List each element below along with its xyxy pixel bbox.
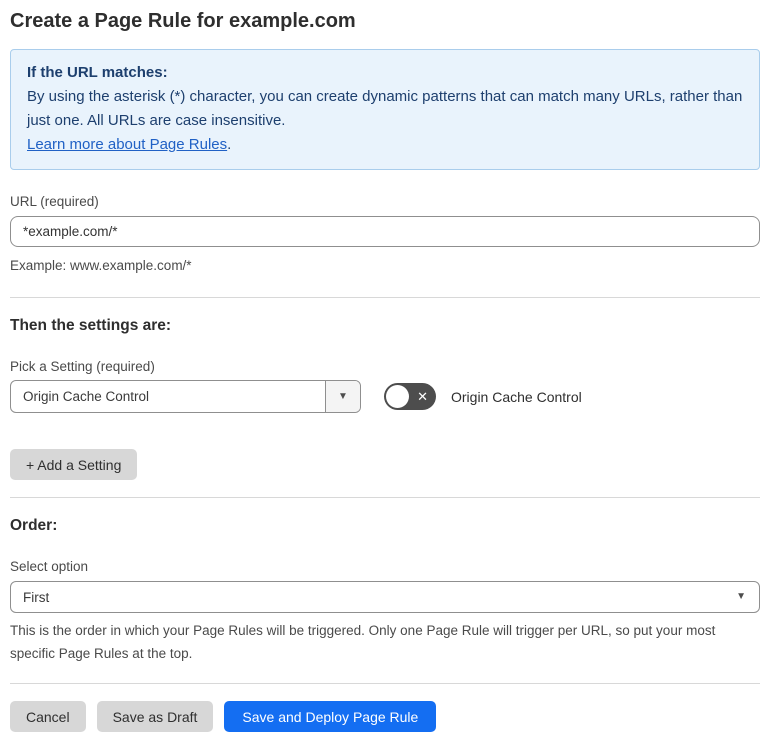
url-field-label: URL (required): [10, 194, 99, 209]
order-section-heading: Order:: [10, 517, 58, 534]
save-draft-button[interactable]: Save as Draft: [96, 701, 214, 732]
chevron-down-icon: ▼: [736, 591, 746, 602]
footer-actions: Cancel Save as Draft Save and Deploy Pag…: [10, 701, 760, 732]
settings-section-heading: Then the settings are:: [10, 317, 172, 334]
divider: [10, 297, 760, 298]
url-example-text: Example: www.example.com/*: [10, 258, 192, 273]
order-select-label: Select option: [10, 559, 89, 574]
setting-toggle-label: Origin Cache Control: [451, 388, 582, 405]
divider: [10, 683, 760, 684]
toggle-knob: [386, 385, 409, 408]
setting-select-caret-segment[interactable]: ▼: [325, 381, 360, 412]
info-box-body: By using the asterisk (*) character, you…: [27, 88, 743, 129]
setting-toggle[interactable]: ✕: [384, 383, 436, 410]
page-rule-form: Create a Page Rule for example.com If th…: [10, 8, 760, 732]
url-match-info-box: If the URL matches: By using the asteris…: [10, 49, 760, 170]
divider: [10, 497, 760, 498]
page-title: Create a Page Rule for example.com: [10, 10, 356, 32]
setting-select-value: Origin Cache Control: [23, 389, 150, 404]
learn-more-link[interactable]: Learn more about Page Rules: [27, 136, 227, 153]
order-select-caret: ▼: [736, 582, 759, 612]
cancel-button[interactable]: Cancel: [10, 701, 86, 732]
order-select[interactable]: First ▼: [10, 581, 760, 613]
url-input[interactable]: [10, 216, 760, 247]
toggle-off-x-icon: ✕: [417, 389, 428, 404]
setting-row: Origin Cache Control ▼ ✕ Origin Cache Co…: [10, 380, 760, 413]
link-suffix: .: [227, 136, 232, 153]
info-box-link-line: Learn more about Page Rules.: [27, 133, 743, 157]
add-setting-button[interactable]: + Add a Setting: [10, 449, 138, 480]
setting-select[interactable]: Origin Cache Control ▼: [10, 380, 361, 413]
order-select-value: First: [23, 589, 50, 605]
order-help-text: This is the order in which your Page Rul…: [10, 623, 716, 661]
info-box-heading: If the URL matches:: [27, 64, 168, 81]
save-deploy-button[interactable]: Save and Deploy Page Rule: [224, 701, 437, 732]
pick-setting-label: Pick a Setting (required): [10, 359, 155, 374]
chevron-down-icon: ▼: [338, 390, 348, 402]
